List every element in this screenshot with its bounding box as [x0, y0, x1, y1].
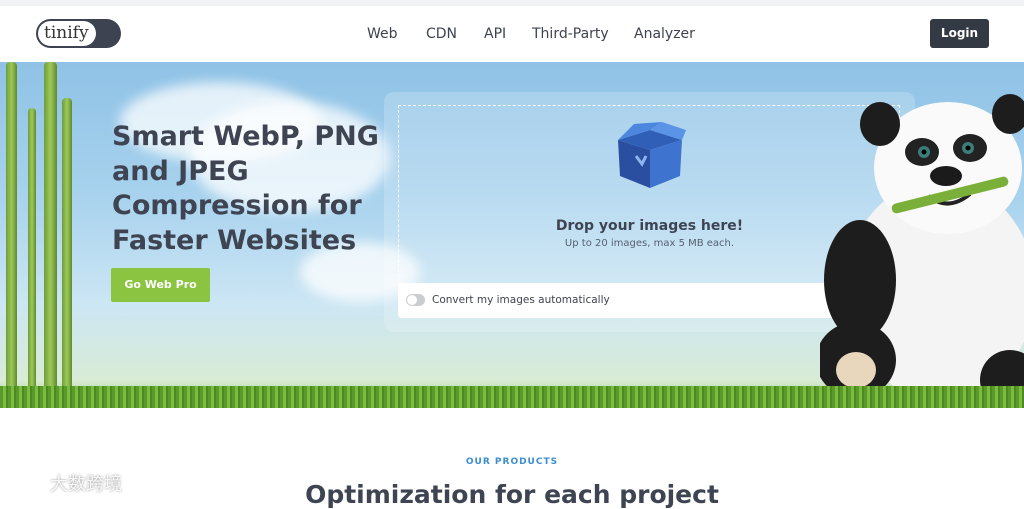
- grass-decoration: [0, 386, 1024, 408]
- hero-section: Smart WebP, PNG and JPEG Compression for…: [0, 62, 1024, 408]
- convert-label: Convert my images automatically: [432, 294, 610, 306]
- nav-api[interactable]: API: [484, 26, 506, 42]
- site-header: tinify Web CDN API Third-Party Analyzer …: [0, 6, 1024, 62]
- convert-toggle[interactable]: [406, 294, 425, 306]
- nav-analyzer[interactable]: Analyzer: [634, 26, 695, 42]
- login-button[interactable]: Login: [930, 19, 989, 48]
- panda-mascot: [820, 94, 1024, 408]
- nav-web[interactable]: Web: [367, 26, 398, 42]
- box-icon: [618, 122, 686, 188]
- products-heading: Optimization for each project: [305, 480, 719, 509]
- go-web-pro-button[interactable]: Go Web Pro: [111, 268, 210, 302]
- watermark-logo-icon: [10, 474, 43, 492]
- nav-third-party[interactable]: Third-Party: [532, 26, 609, 42]
- watermark-text: 大数跨境: [50, 474, 122, 495]
- products-eyebrow: OUR PRODUCTS: [465, 457, 559, 467]
- tinify-logo[interactable]: tinify: [36, 19, 121, 48]
- hero-title: Smart WebP, PNG and JPEG Compression for…: [112, 121, 379, 256]
- watermark: 大数跨境: [10, 470, 122, 496]
- logo-text: tinify: [38, 21, 96, 46]
- nav-cdn[interactable]: CDN: [426, 26, 457, 42]
